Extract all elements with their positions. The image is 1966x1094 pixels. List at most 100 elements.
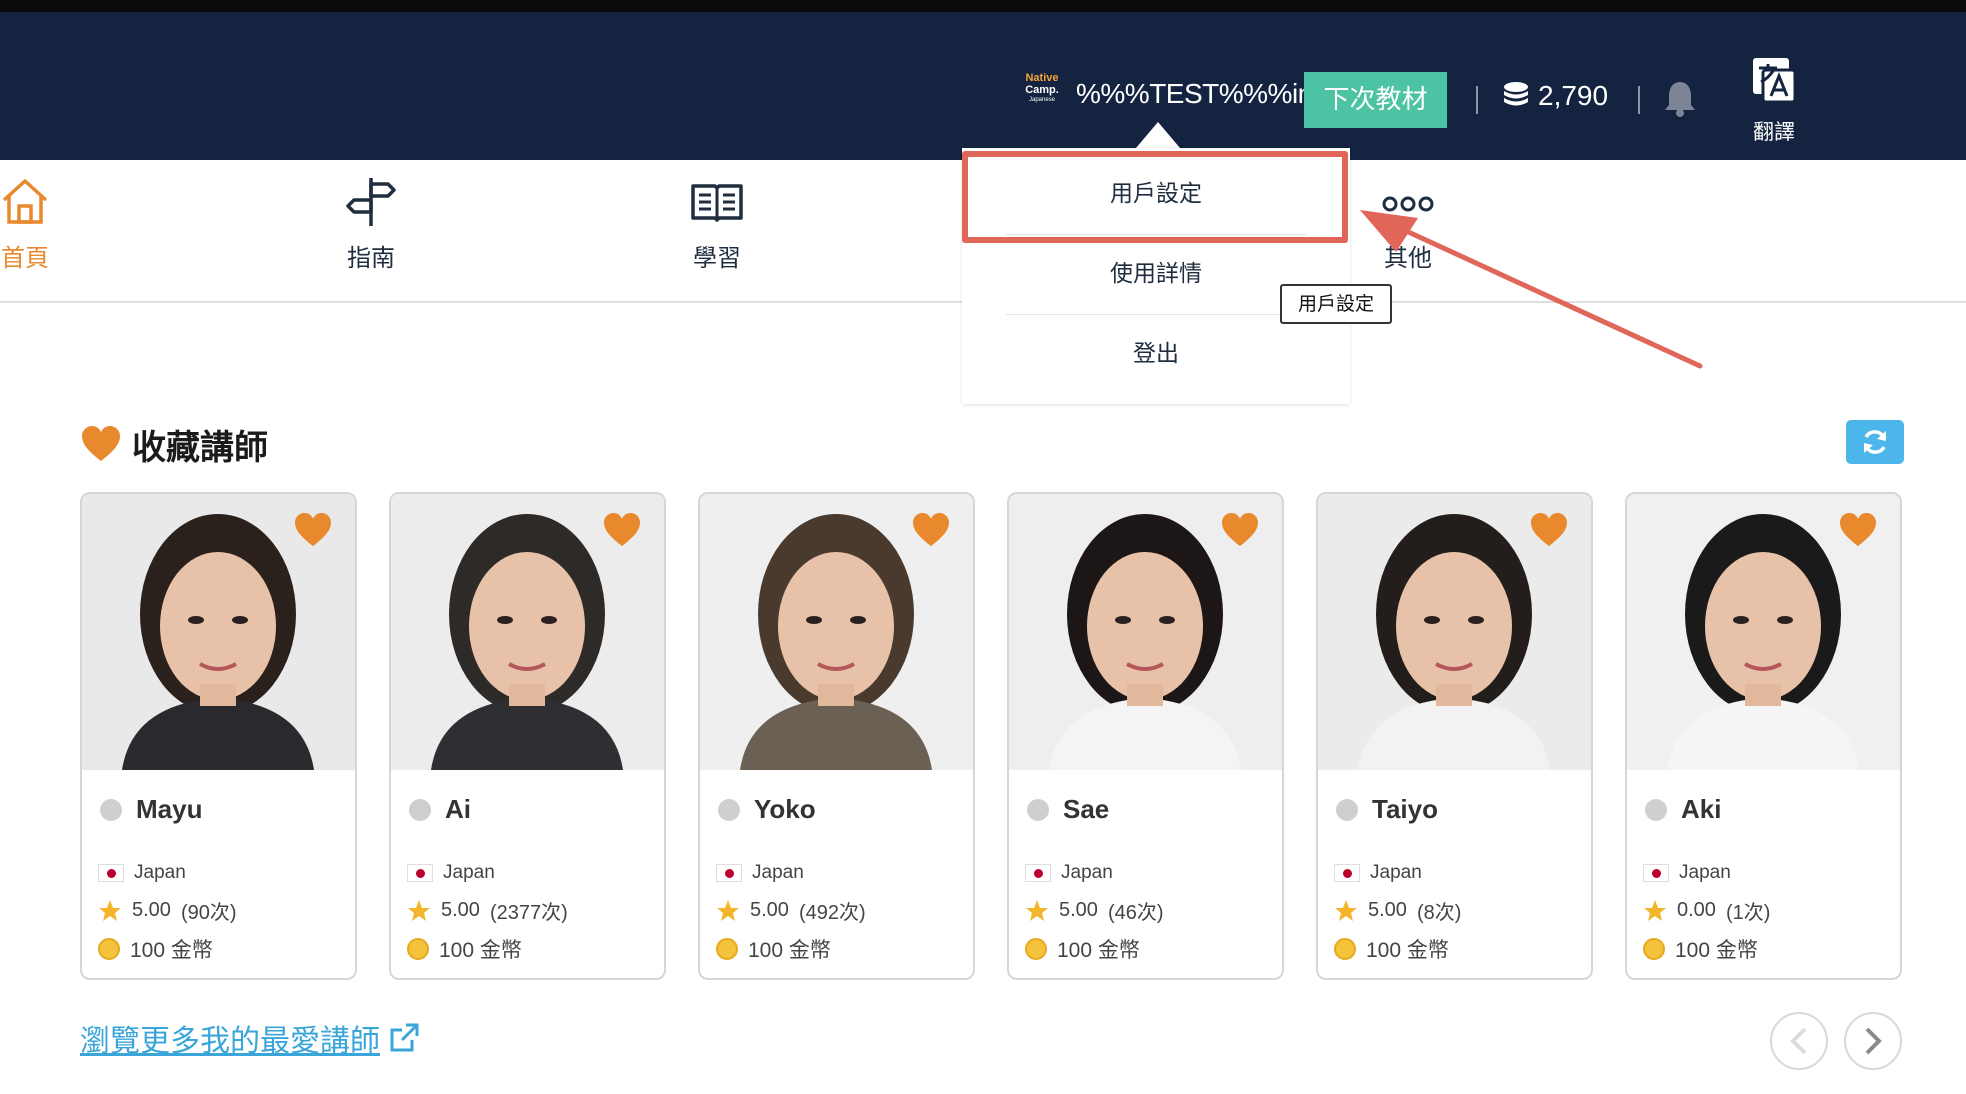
bell-icon[interactable] — [1662, 78, 1698, 118]
teacher-card[interactable]: Mayu Japan 5.00 (90次) 100 金幣 — [80, 492, 357, 980]
japan-flag-icon — [716, 864, 742, 882]
teacher-name[interactable]: Yoko — [754, 794, 816, 825]
teacher-price: 100 金幣 — [98, 934, 213, 964]
teacher-rating: 5.00 (2377次) — [407, 896, 568, 925]
favorite-heart-icon[interactable] — [1838, 512, 1878, 548]
teacher-review-count: (1次) — [1725, 902, 1771, 924]
teacher-name-row: Mayu — [100, 794, 202, 825]
teacher-review-count: (8次) — [1416, 902, 1462, 924]
chevron-left-icon — [1790, 1027, 1807, 1055]
teacher-price-text: 100 金幣 — [748, 939, 831, 962]
japan-flag-icon — [98, 864, 124, 882]
favorite-heart-icon[interactable] — [293, 512, 333, 548]
japan-flag-icon — [1643, 864, 1669, 882]
carousel-prev-button[interactable] — [1770, 1012, 1828, 1070]
teacher-name-row: Aki — [1645, 794, 1721, 825]
teacher-country: Japan — [1025, 862, 1113, 884]
teacher-info: Ai Japan 5.00 (2377次) 100 金幣 — [391, 770, 664, 978]
nav-label-home: 首頁 — [1, 244, 49, 272]
status-dot — [1027, 798, 1049, 821]
favorite-heart-icon[interactable] — [1220, 512, 1260, 548]
top-strip — [0, 0, 1966, 12]
favorite-heart-icon[interactable] — [911, 512, 951, 548]
teacher-price-text: 100 金幣 — [130, 939, 213, 962]
teacher-rating: 5.00 (46次) — [1025, 896, 1164, 925]
teacher-country-text: Japan — [443, 862, 495, 883]
favorite-heart-icon[interactable] — [602, 512, 642, 548]
coin-icon — [1334, 938, 1356, 960]
coin-balance-value: 2,790 — [1538, 80, 1609, 111]
signpost-icon — [346, 178, 396, 226]
coin-icon — [716, 938, 738, 960]
username-menu-trigger[interactable]: %%%TEST%%%imai — [1076, 78, 1342, 110]
teacher-review-count: (2377次) — [489, 902, 568, 924]
status-dot — [1336, 798, 1358, 821]
teacher-name[interactable]: Aki — [1681, 794, 1721, 825]
header-divider — [1476, 86, 1478, 114]
teacher-info: Mayu Japan 5.00 (90次) 100 金幣 — [82, 770, 355, 978]
brand-logo-line3: Japanese — [1028, 97, 1056, 103]
teacher-rating-value: 0.00 — [1677, 899, 1716, 921]
header-bar: Native Camp. Japanese %%%TEST%%%imai 下次教… — [0, 12, 1966, 160]
teacher-rating-value: 5.00 — [1368, 899, 1407, 921]
star-icon — [717, 899, 739, 921]
teacher-review-count: (90次) — [180, 902, 237, 924]
teacher-country: Japan — [1643, 862, 1731, 884]
teacher-rating-value: 5.00 — [132, 899, 171, 921]
teacher-name[interactable]: Mayu — [136, 794, 202, 825]
teacher-name[interactable]: Taiyo — [1372, 794, 1438, 825]
teacher-price: 100 金幣 — [1643, 934, 1758, 964]
teacher-card[interactable]: Ai Japan 5.00 (2377次) 100 金幣 — [389, 492, 666, 980]
nav-item-guide[interactable]: 指南 — [311, 174, 431, 273]
nav-item-study[interactable]: 學習 — [657, 174, 777, 273]
japan-flag-icon — [1025, 864, 1051, 882]
brand-logo-line1: Native — [1025, 72, 1059, 84]
coin-icon — [407, 938, 429, 960]
carousel-next-button[interactable] — [1844, 1012, 1902, 1070]
brand-logo[interactable]: Native Camp. Japanese — [1022, 72, 1062, 114]
teacher-name[interactable]: Sae — [1063, 794, 1109, 825]
dropdown-pointer — [1136, 122, 1180, 148]
nav-label-study: 學習 — [693, 244, 741, 272]
teacher-review-count: (46次) — [1107, 902, 1164, 924]
teacher-country-text: Japan — [1061, 862, 1113, 883]
teacher-info: Aki Japan 0.00 (1次) 100 金幣 — [1627, 770, 1900, 978]
book-icon — [691, 184, 743, 222]
favorites-section-title: 收藏講師 — [80, 418, 268, 470]
japan-flag-icon — [407, 864, 433, 882]
teacher-review-count: (492次) — [798, 902, 866, 924]
menu-item-logout[interactable]: 登出 — [1006, 316, 1306, 392]
teacher-card[interactable]: Yoko Japan 5.00 (492次) 100 金幣 — [698, 492, 975, 980]
nav-item-home[interactable]: 首頁 — [0, 174, 85, 273]
star-icon — [1026, 899, 1048, 921]
teacher-card[interactable]: Sae Japan 5.00 (46次) 100 金幣 — [1007, 492, 1284, 980]
menu-item-usage-details[interactable]: 使用詳情 — [1006, 236, 1306, 312]
refresh-icon — [1864, 430, 1886, 454]
heart-icon — [82, 426, 120, 461]
status-dot — [1645, 798, 1667, 821]
coin-stack-icon — [1504, 82, 1528, 106]
more-favorites-link[interactable]: 瀏覽更多我的最愛講師 — [80, 1016, 420, 1060]
translate-button[interactable]: 翻譯 — [1744, 56, 1804, 146]
star-icon — [1335, 899, 1357, 921]
annotation-arrow — [1360, 210, 1703, 369]
teacher-price: 100 金幣 — [407, 934, 522, 964]
teacher-card[interactable]: Aki Japan 0.00 (1次) 100 金幣 — [1625, 492, 1902, 980]
teacher-country: Japan — [407, 862, 495, 884]
teacher-rating: 5.00 (90次) — [98, 896, 237, 925]
refresh-button[interactable] — [1846, 420, 1904, 464]
header-divider — [1638, 86, 1640, 114]
teacher-price: 100 金幣 — [1025, 934, 1140, 964]
status-dot — [409, 798, 431, 821]
teacher-card[interactable]: Taiyo Japan 5.00 (8次) 100 金幣 — [1316, 492, 1593, 980]
teacher-name-row: Yoko — [718, 794, 816, 825]
teacher-price-text: 100 金幣 — [1057, 939, 1140, 962]
favorite-heart-icon[interactable] — [1529, 512, 1569, 548]
teacher-name-row: Ai — [409, 794, 471, 825]
star-icon — [1644, 899, 1666, 921]
teacher-price: 100 金幣 — [716, 934, 831, 964]
coin-balance[interactable]: 2,790 — [1502, 78, 1608, 114]
next-material-button[interactable]: 下次教材 — [1304, 72, 1447, 128]
teacher-name[interactable]: Ai — [445, 794, 471, 825]
coin-icon — [98, 938, 120, 960]
